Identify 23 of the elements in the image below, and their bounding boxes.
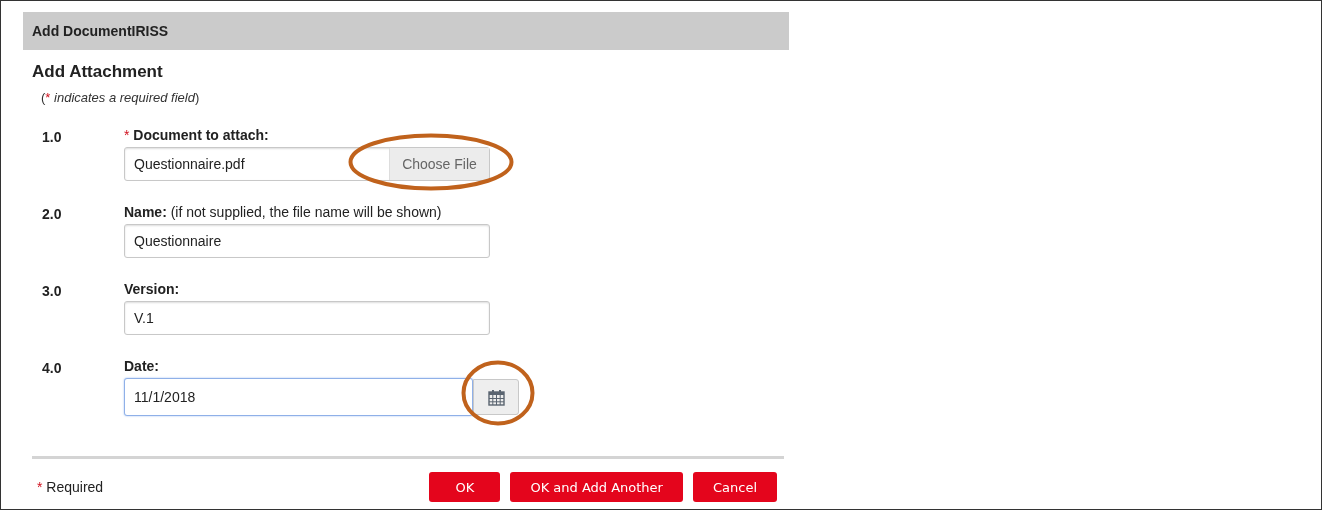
- text-input-field[interactable]: V.1: [124, 301, 490, 335]
- field-number: 4.0: [42, 359, 63, 378]
- dialog-title: Add DocumentIRISS: [23, 12, 789, 50]
- choose-file-button[interactable]: Choose File: [389, 148, 489, 180]
- required-legend: * Required: [37, 479, 430, 495]
- calendar-button[interactable]: [473, 379, 519, 415]
- text-input-field[interactable]: Questionnaire: [124, 224, 490, 258]
- file-name: Questionnaire.pdf: [133, 155, 246, 174]
- action-button[interactable]: OK and Add Another: [510, 472, 683, 502]
- calendar-icon: [487, 388, 505, 406]
- field-number: 3.0: [42, 282, 63, 301]
- field-label: Date:: [124, 358, 160, 374]
- required-note: (* indicates a required field): [41, 90, 201, 105]
- section-title: Add Attachment: [32, 62, 164, 82]
- field-number: 1.0: [42, 128, 63, 147]
- file-input-field[interactable]: Questionnaire.pdf Choose File: [124, 147, 490, 181]
- action-button[interactable]: Cancel: [692, 472, 777, 502]
- field-number: 2.0: [42, 205, 63, 224]
- date-input-field[interactable]: 11/1/2018: [124, 378, 473, 416]
- field-label: Version:: [124, 281, 181, 297]
- action-button[interactable]: OK: [429, 472, 501, 502]
- field-label: * Document to attach:: [124, 127, 270, 143]
- field-label: Name: (if not supplied, the file name will be shown): [124, 204, 443, 220]
